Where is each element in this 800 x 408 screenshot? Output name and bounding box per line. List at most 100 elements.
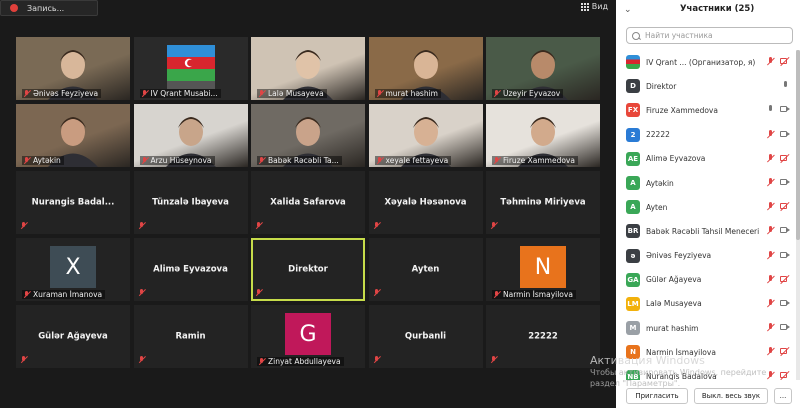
participant-tile[interactable]: murat həshim — [368, 37, 483, 100]
participant-name: Aytəkin — [646, 178, 674, 188]
participant-tile[interactable]: N Narmin İsmayilova — [486, 238, 600, 301]
scrollbar[interactable] — [796, 50, 800, 380]
participant-name: xeyale fettayeva — [385, 156, 449, 165]
mic-muted-icon — [376, 89, 384, 98]
participant-tile[interactable]: Ənivəs Feyziyeva — [16, 37, 130, 100]
participant-name: Təhminə Miriyeva — [500, 197, 586, 207]
participant-name-label: Aytəkin — [22, 156, 64, 165]
participant-avatar: A — [626, 176, 640, 191]
participant-tile[interactable]: X Xuraman İmanova — [16, 238, 130, 301]
chevron-down-icon[interactable]: ⌄ — [624, 5, 632, 15]
participant-tile[interactable]: G Zinyat Abdullayeva — [251, 305, 365, 368]
participant-tile[interactable]: Firuze Xammedova — [486, 104, 600, 167]
participant-name: Lalə Musayeva — [268, 89, 324, 98]
participant-tile[interactable]: Arzu Hüseynova — [133, 104, 248, 167]
participant-status-icons — [766, 129, 790, 139]
participant-tile[interactable]: Xəyalə Həsənova — [368, 171, 483, 234]
participant-name: Ayten — [411, 264, 440, 274]
scrollbar-thumb[interactable] — [796, 50, 800, 240]
search-input[interactable] — [645, 31, 785, 40]
camera-off-icon — [780, 202, 790, 211]
panel-title: Участники (25) — [680, 4, 755, 14]
participant-avatar: GA — [626, 272, 640, 287]
participant-status-icons — [766, 298, 790, 308]
view-button[interactable]: Вид — [580, 2, 608, 11]
camera-off-icon — [780, 154, 790, 163]
participant-tile[interactable]: IV Qrant Musabi... — [133, 37, 248, 100]
participant-name: Nurangis Badalova — [646, 372, 717, 380]
recording-indicator[interactable]: Запись... — [0, 0, 98, 16]
participant-tile[interactable]: Tünzalə İbayeva — [133, 171, 248, 234]
mic-muted-icon — [766, 177, 775, 187]
participant-tile[interactable]: 22222 — [486, 305, 600, 368]
participant-name-label: xeyale fettayeva — [374, 156, 452, 165]
participant-name: Ayten — [646, 202, 668, 212]
participant-tile[interactable]: Qurbanli — [368, 305, 483, 368]
participant-tile[interactable]: Ayten — [368, 238, 483, 301]
participant-avatar: LM — [626, 296, 640, 311]
camera-off-icon — [780, 347, 790, 356]
participant-row[interactable]: Mmurat həshim — [616, 316, 800, 340]
mic-muted-icon — [138, 289, 146, 297]
participant-row[interactable]: LM Lalə Musayeva — [616, 292, 800, 316]
participant-name: Zinyat Abdullayeva — [268, 357, 341, 366]
participant-name-label: Arzu Hüseynova — [139, 156, 215, 165]
participant-tile[interactable]: xeyale fettayeva — [368, 104, 483, 167]
recording-label: Запись... — [27, 3, 65, 13]
participant-name: Babək Rəcəbli Tahsil Meneceri — [646, 226, 760, 236]
participant-tile[interactable]: Lalə Musayeva — [251, 37, 365, 100]
participant-name-label: Babək Rəcəbli Ta... — [257, 156, 342, 165]
participant-tile[interactable]: Direktor — [251, 238, 365, 301]
participant-name: Üzeyir Eyvazov — [503, 89, 561, 98]
invite-button[interactable]: Пригласить — [626, 388, 688, 404]
participant-row[interactable]: IV Qrant ... (Организатор, я) — [616, 50, 800, 74]
more-button[interactable]: ... — [774, 388, 792, 404]
participant-row[interactable]: BR Babək Rəcəbli Tahsil Meneceri — [616, 219, 800, 243]
mic-muted-icon — [766, 250, 775, 260]
participant-row[interactable]: GA Gülər Ağayeva — [616, 268, 800, 292]
participants-panel: ⌄ Участники (25) IV Qrant ... (Организат… — [616, 0, 800, 408]
participant-tile[interactable]: Babək Rəcəbli Ta... — [251, 104, 365, 167]
participant-row[interactable]: FX Firuze Xammedova — [616, 98, 800, 122]
camera-icon — [780, 178, 790, 187]
participant-avatar: 2 — [626, 127, 640, 142]
participant-name: Firuze Xammedova — [646, 105, 718, 115]
mic-muted-icon — [141, 156, 149, 165]
participant-avatar: FX — [626, 103, 640, 118]
participant-tile[interactable]: Gülər Ağayeva — [16, 305, 130, 368]
participant-avatar: NB — [626, 369, 640, 380]
camera-icon — [780, 299, 790, 308]
mic-muted-icon — [20, 222, 28, 230]
participant-row[interactable]: A Ayten — [616, 195, 800, 219]
participant-row[interactable]: ə Ənivəs Feyziyeva — [616, 244, 800, 268]
mic-muted-icon — [493, 89, 501, 98]
participant-name-label: Zinyat Abdullayeva — [257, 357, 344, 366]
participant-tile[interactable]: Ramin — [133, 305, 248, 368]
participant-row[interactable]: D Direktor — [616, 74, 800, 98]
camera-off-icon — [780, 275, 790, 284]
mute-all-button[interactable]: Выкл. весь звук — [694, 388, 768, 404]
participant-row[interactable]: AE Alimə Eyvazova — [616, 147, 800, 171]
participant-tile[interactable]: Xalida Safarova — [251, 171, 365, 234]
mic-muted-icon — [766, 298, 775, 308]
mic-muted-icon — [258, 89, 266, 98]
avatar: X — [50, 246, 96, 288]
participant-row[interactable]: 2 22222 — [616, 123, 800, 147]
participant-tile[interactable]: Alimə Eyvazova — [133, 238, 248, 301]
participant-name-label: Xuraman İmanova — [22, 290, 106, 299]
participant-row[interactable]: A Aytəkin — [616, 171, 800, 195]
participant-tile[interactable]: Aytəkin — [16, 104, 130, 167]
camera-icon — [780, 226, 790, 235]
participant-grid: Ənivəs Feyziyeva IV Qrant Musabi... Lalə M… — [16, 37, 600, 372]
mic-muted-icon — [258, 156, 266, 165]
participant-tile[interactable]: Təhminə Miriyeva — [486, 171, 600, 234]
participant-row[interactable]: N Narmin İsmayilova — [616, 340, 800, 364]
participant-status-icons — [766, 274, 790, 284]
mic-muted-icon — [490, 356, 498, 364]
participant-search[interactable] — [626, 27, 793, 44]
participant-tile[interactable]: Üzeyir Eyvazov — [486, 37, 600, 100]
participant-name: Direktor — [288, 264, 328, 274]
participant-name: Firuze Xammedova — [503, 156, 575, 165]
participant-row[interactable]: NB Nurangis Badalova — [616, 364, 800, 380]
participant-tile[interactable]: Nurangis Badal... — [16, 171, 130, 234]
